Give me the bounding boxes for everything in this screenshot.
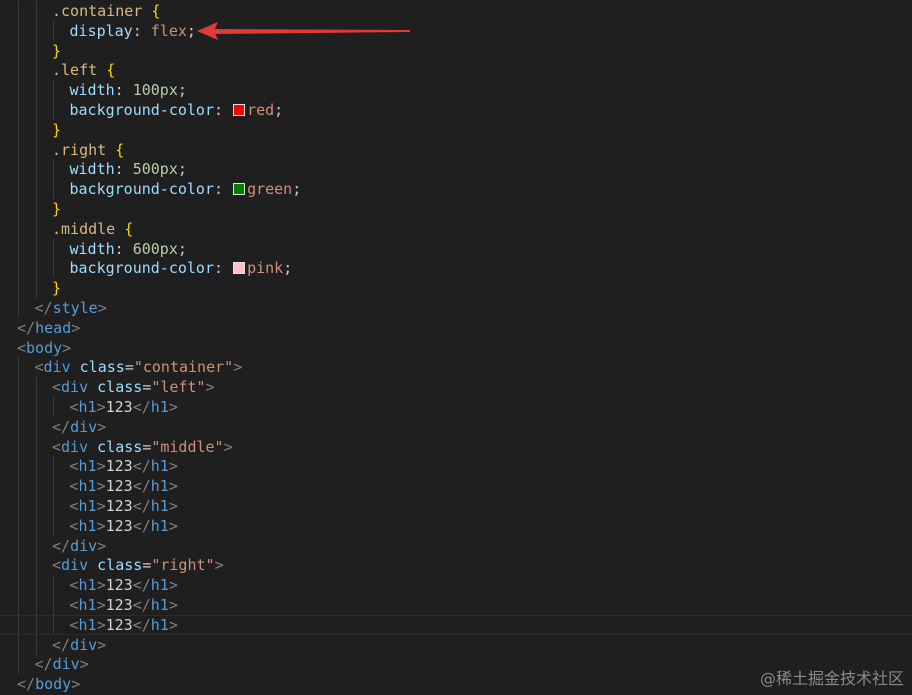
red-arrow-annotation [197, 22, 410, 40]
arrow-shaft [214, 29, 410, 34]
watermark: @稀土掘金技术社区 [759, 669, 904, 688]
